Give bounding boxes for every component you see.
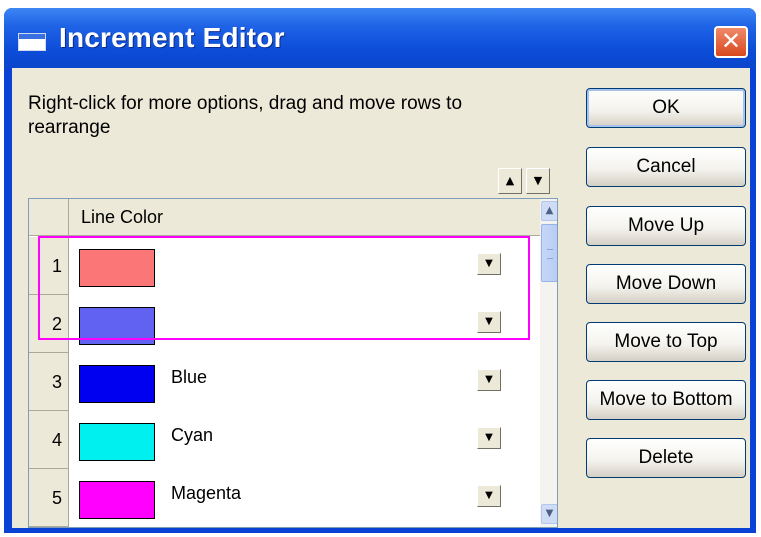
move-to-bottom-button[interactable]: Move to Bottom bbox=[586, 380, 746, 420]
cancel-button[interactable]: Cancel bbox=[586, 147, 746, 187]
line-color-grid: Line Color 1 ▼ 2 ▼ 3 Blue ▼ 4 Cyan ▼ 5 M… bbox=[28, 198, 558, 528]
grid-header: Line Color bbox=[29, 199, 540, 236]
increment-editor-window: Increment Editor ✕ Right-click for more … bbox=[4, 8, 756, 533]
row-number[interactable]: 3 bbox=[29, 353, 69, 411]
dialog-body: Right-click for more options, drag and m… bbox=[12, 68, 750, 528]
table-row[interactable]: 3 Blue ▼ bbox=[29, 353, 540, 411]
color-name: Magenta bbox=[171, 483, 242, 503]
close-icon[interactable]: ✕ bbox=[714, 26, 748, 58]
move-to-top-button[interactable]: Move to Top bbox=[586, 322, 746, 362]
title-bar[interactable]: Increment Editor ✕ bbox=[4, 8, 756, 68]
color-swatch[interactable] bbox=[79, 307, 155, 345]
color-swatch[interactable] bbox=[79, 365, 155, 403]
row-number[interactable]: 1 bbox=[29, 237, 69, 295]
column-header-line-color[interactable]: Line Color bbox=[81, 207, 163, 228]
color-swatch[interactable] bbox=[79, 481, 155, 519]
row-number[interactable]: 5 bbox=[29, 469, 69, 527]
dropdown-arrow-icon[interactable]: ▼ bbox=[477, 311, 501, 333]
table-row[interactable]: 1 ▼ bbox=[29, 237, 540, 295]
grid-header-corner bbox=[29, 199, 69, 235]
row-number[interactable]: 4 bbox=[29, 411, 69, 469]
dropdown-arrow-icon[interactable]: ▼ bbox=[477, 427, 501, 449]
color-name: Cyan bbox=[171, 425, 214, 445]
dropdown-arrow-icon[interactable]: ▼ bbox=[477, 369, 501, 391]
arrow-up-icon[interactable]: ▲ bbox=[498, 168, 522, 194]
scrollbar-thumb[interactable] bbox=[541, 224, 557, 282]
scroll-down-icon[interactable]: ▼ bbox=[541, 504, 557, 524]
color-swatch[interactable] bbox=[79, 423, 155, 461]
color-swatch[interactable] bbox=[79, 249, 155, 287]
delete-button[interactable]: Delete bbox=[586, 438, 746, 478]
row-number[interactable]: 2 bbox=[29, 295, 69, 353]
vertical-scrollbar[interactable]: ▲ ▼ bbox=[540, 199, 557, 527]
table-row[interactable]: 4 Cyan ▼ bbox=[29, 411, 540, 469]
dropdown-arrow-icon[interactable]: ▼ bbox=[477, 485, 501, 507]
instructions-text: Right-click for more options, drag and m… bbox=[28, 93, 463, 138]
color-name: Blue bbox=[171, 367, 208, 387]
dropdown-arrow-icon[interactable]: ▼ bbox=[477, 253, 501, 275]
window-icon bbox=[18, 33, 46, 51]
scroll-up-icon[interactable]: ▲ bbox=[541, 201, 557, 221]
table-row[interactable]: 5 Magenta ▼ bbox=[29, 469, 540, 527]
window-title: Increment Editor bbox=[59, 22, 285, 53]
move-up-button[interactable]: Move Up bbox=[586, 206, 746, 246]
move-down-button[interactable]: Move Down bbox=[586, 264, 746, 304]
table-row[interactable]: 2 ▼ bbox=[29, 295, 540, 353]
ok-button[interactable]: OK bbox=[586, 88, 746, 128]
arrow-down-icon[interactable]: ▼ bbox=[526, 168, 550, 194]
